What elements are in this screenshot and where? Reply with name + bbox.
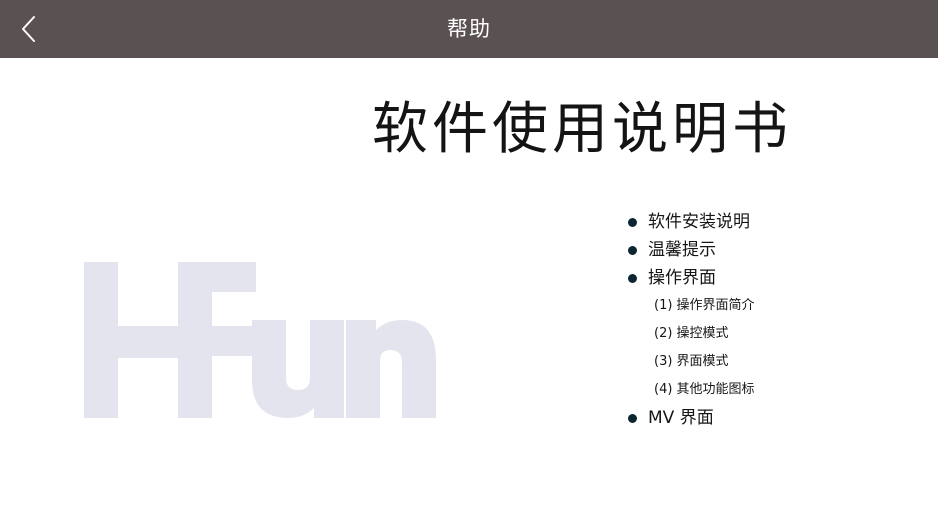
toc-subitem-interface-intro[interactable]: (1) 操作界面简介 (624, 292, 924, 320)
page-title: 帮助 (447, 17, 491, 41)
toc-item-label: MV 界面 (648, 408, 714, 428)
top-bar: 帮助 (0, 0, 938, 58)
toc-item-label: 操作界面 (648, 268, 716, 288)
toc-subitem-other-icons[interactable]: (4) 其他功能图标 (624, 376, 924, 404)
toc-item-tips[interactable]: 温馨提示 (624, 236, 924, 264)
document-title: 软件使用说明书 (372, 97, 792, 162)
bullet-icon (628, 414, 637, 423)
toc-item-mv[interactable]: MV 界面 (624, 404, 924, 432)
toc-subitem-interface-mode[interactable]: (3) 界面模式 (624, 348, 924, 376)
bullet-icon (628, 246, 637, 255)
help-document: 软件使用说明书 软件安装说明 温馨提示 操作界面 (1) 操作界面简介 (2) … (0, 58, 938, 528)
table-of-contents: 软件安装说明 温馨提示 操作界面 (1) 操作界面简介 (2) 操控模式 (3)… (624, 208, 924, 432)
hfun-logo (84, 262, 436, 418)
bullet-icon (628, 218, 637, 227)
toc-item-interface[interactable]: 操作界面 (624, 264, 924, 292)
toc-subitem-control-mode[interactable]: (2) 操控模式 (624, 320, 924, 348)
toc-item-label: 软件安装说明 (648, 212, 750, 232)
toc-item-label: 温馨提示 (648, 240, 716, 260)
bullet-icon (628, 274, 637, 283)
toc-item-install[interactable]: 软件安装说明 (624, 208, 924, 236)
